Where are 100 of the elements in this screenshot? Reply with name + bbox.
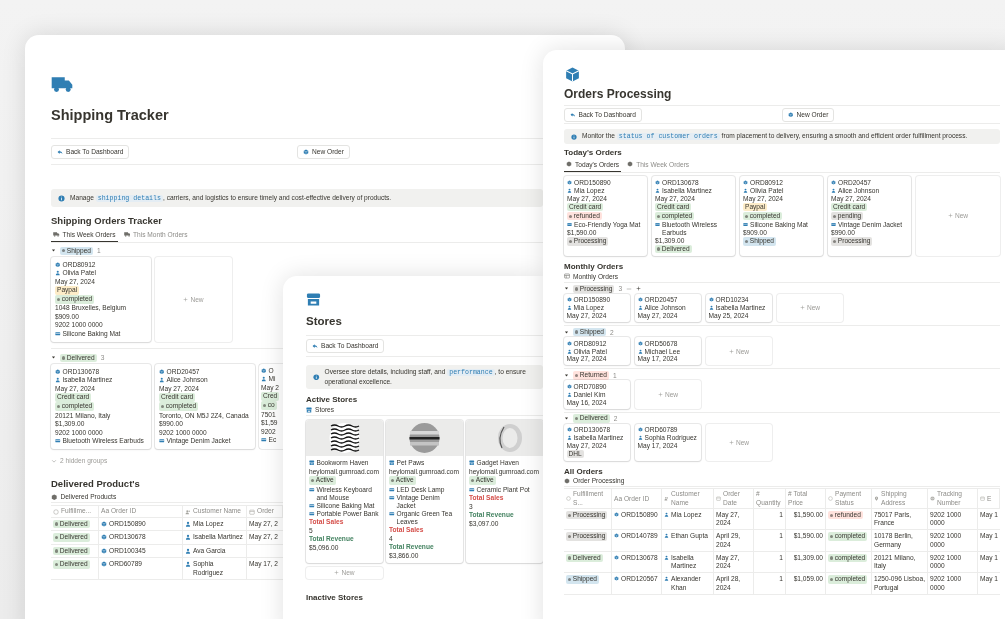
box-icon [655, 179, 660, 185]
section-heading: Inactive Stores [306, 592, 363, 603]
section-heading: Delivered Product's [51, 478, 140, 490]
section-heading: Today's Orders [564, 147, 622, 158]
box-icon [101, 547, 107, 554]
plus-icon [799, 305, 805, 311]
caret-icon [564, 416, 569, 422]
caret-icon [51, 355, 56, 361]
box-icon [159, 368, 165, 375]
person-icon [566, 434, 572, 440]
caret-icon [51, 248, 56, 254]
box-icon [564, 66, 581, 83]
box-icon [637, 427, 643, 433]
reply-arrow-icon [570, 112, 576, 118]
box-icon [614, 533, 619, 539]
card-icon [655, 221, 660, 227]
calendar-icon [980, 496, 985, 502]
page-title: Orders Processing [564, 87, 672, 102]
plus-icon [728, 348, 734, 354]
store-icon [309, 460, 315, 466]
box-icon [566, 427, 572, 433]
store-icon [389, 460, 395, 466]
person-icon [566, 391, 572, 397]
plus-icon [728, 439, 734, 445]
globe-icon [930, 496, 935, 502]
pin-icon [874, 496, 879, 502]
card-icon [309, 486, 315, 493]
box-icon [637, 340, 643, 346]
box-icon [261, 367, 267, 374]
calendar-icon [716, 496, 721, 502]
store-icon [306, 407, 312, 413]
table-icon [564, 273, 570, 280]
card-icon [159, 438, 165, 444]
box-icon [637, 297, 643, 303]
people-icon [664, 496, 669, 502]
info-icon [58, 194, 65, 202]
box-icon [627, 161, 634, 168]
box-icon [51, 493, 58, 501]
person-icon [637, 434, 643, 440]
dash-icon [626, 285, 633, 292]
card-icon [743, 221, 748, 227]
store-icon [306, 292, 321, 307]
box-icon [564, 477, 570, 484]
section-heading: Shipping Orders Tracker [51, 215, 162, 227]
person-icon [185, 520, 191, 527]
plus-icon [636, 286, 642, 292]
circle-icon [566, 496, 571, 502]
box-icon [566, 297, 572, 303]
section-heading: Monthly Orders [564, 262, 624, 272]
plus-icon [947, 213, 953, 219]
person-icon [185, 561, 191, 568]
card-icon [55, 330, 61, 337]
box-icon [708, 297, 714, 303]
box-icon [614, 511, 619, 517]
box-icon [101, 520, 107, 527]
info-icon [313, 373, 320, 381]
caret-icon [564, 372, 569, 378]
person-icon [566, 348, 572, 354]
people-icon [185, 508, 191, 515]
person-icon [743, 187, 748, 193]
card-icon [831, 221, 836, 227]
box-icon [101, 534, 107, 541]
page-title: Shipping Tracker [51, 107, 169, 125]
store-icon [469, 460, 475, 466]
box-icon [614, 576, 619, 582]
truck-icon [53, 231, 60, 238]
reply-arrow-icon [57, 148, 63, 155]
person-icon [655, 187, 660, 193]
person-icon [664, 554, 669, 560]
page-title: Stores [306, 315, 342, 329]
box-icon [55, 368, 61, 375]
card-icon [567, 221, 572, 227]
person-icon [261, 376, 267, 382]
truck-icon [123, 231, 130, 238]
caret-icon [564, 329, 569, 335]
circle-icon [53, 508, 59, 515]
section-heading: All Orders [564, 466, 603, 477]
box-icon [566, 340, 572, 346]
card-icon [389, 510, 395, 517]
box-icon [614, 554, 619, 560]
person-icon [159, 377, 165, 383]
reply-arrow-icon [312, 342, 318, 349]
box-icon [743, 179, 748, 185]
card-icon [469, 486, 475, 493]
person-icon [664, 511, 669, 517]
person-icon [664, 576, 669, 582]
box-icon [55, 261, 61, 268]
box-icon [831, 179, 836, 185]
calendar-icon [249, 508, 255, 515]
person-icon [831, 187, 836, 193]
circle-icon [828, 496, 833, 502]
person-icon [664, 533, 669, 539]
person-icon [637, 348, 643, 354]
box-icon [567, 179, 572, 185]
person-icon [55, 377, 61, 383]
chevron-icon [51, 457, 57, 464]
person-icon [567, 187, 572, 193]
card-icon [261, 437, 267, 443]
plus-icon [334, 570, 340, 576]
person-icon [708, 305, 714, 311]
